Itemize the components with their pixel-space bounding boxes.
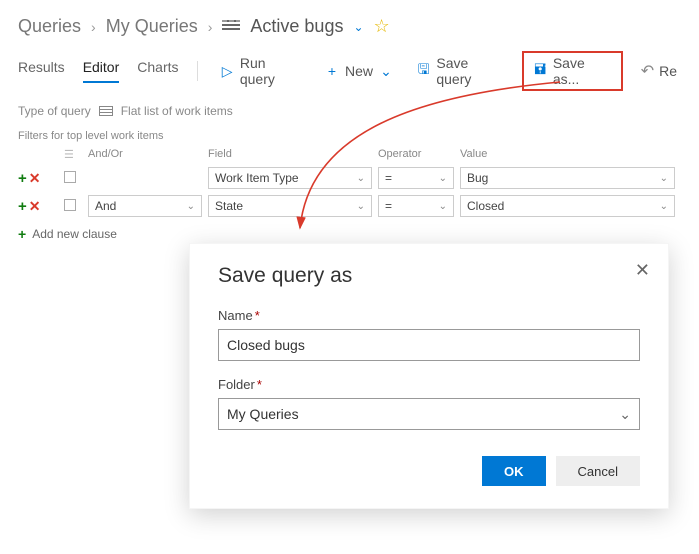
- type-of-query-row: Type of query Flat list of work items: [0, 92, 699, 124]
- name-label: Name*: [218, 308, 640, 323]
- chevron-down-icon: ⌄: [660, 173, 668, 184]
- breadcrumb: Queries › My Queries › Active bugs ⌄ ☆: [0, 0, 699, 45]
- save-query-as-dialog: ✕ Save query as Name* Closed bugs Folder…: [189, 243, 669, 509]
- chevron-right-icon: ›: [91, 19, 96, 35]
- value-select[interactable]: Bug ⌄: [460, 167, 675, 189]
- name-value: Closed bugs: [227, 337, 305, 353]
- operator-select[interactable]: =⌄: [378, 167, 454, 189]
- folder-label: Folder*: [218, 377, 640, 392]
- tab-results[interactable]: Results: [18, 59, 65, 83]
- row-checkbox[interactable]: [64, 171, 76, 183]
- field-select[interactable]: Work Item Type ⌄: [208, 167, 372, 189]
- type-of-query-label: Type of query: [18, 104, 91, 118]
- row-checkbox[interactable]: [64, 199, 76, 211]
- undo-icon: ↶: [641, 61, 654, 81]
- value-value: Closed: [467, 199, 504, 213]
- operator-value: =: [385, 171, 392, 185]
- divider: [197, 61, 198, 81]
- flat-list-icon: [99, 106, 113, 116]
- list-icon: [222, 20, 240, 34]
- plus-icon: +: [324, 63, 340, 79]
- chevron-down-icon: ⌄: [439, 201, 447, 212]
- plus-icon: +: [18, 226, 26, 242]
- remove-row-icon[interactable]: ✕: [29, 170, 41, 187]
- field-value: Work Item Type: [215, 171, 299, 185]
- close-icon[interactable]: ✕: [635, 260, 650, 281]
- checklist-icon: ☰: [64, 149, 74, 161]
- chevron-down-icon: ⌄: [378, 63, 394, 80]
- dialog-title: Save query as: [218, 264, 640, 288]
- folder-value: My Queries: [227, 406, 299, 422]
- col-val: Value: [460, 148, 681, 160]
- value-value: Bug: [467, 171, 488, 185]
- ok-button[interactable]: OK: [482, 456, 546, 486]
- field-select[interactable]: State ⌄: [208, 195, 372, 217]
- folder-select[interactable]: My Queries ⌄: [218, 398, 640, 430]
- page-title: Active bugs: [250, 16, 343, 37]
- operator-select[interactable]: =⌄: [378, 195, 454, 217]
- tab-editor[interactable]: Editor: [83, 59, 120, 83]
- new-label: New: [345, 63, 373, 79]
- save-as-button[interactable]: 🖬 Save as...: [522, 51, 622, 91]
- filter-row: + ✕ Work Item Type⌄ =⌄ Bug⌄: [18, 164, 681, 192]
- col-op: Operator: [378, 148, 460, 160]
- save-as-icon: 🖬: [532, 59, 547, 83]
- value-select[interactable]: Closed ⌄: [460, 195, 675, 217]
- run-query-label: Run query: [240, 55, 302, 87]
- field-value: State: [215, 199, 243, 213]
- chevron-down-icon: ⌄: [187, 201, 195, 212]
- run-query-button[interactable]: ▷ Run query: [215, 53, 305, 89]
- andor-value: And: [95, 199, 116, 213]
- save-as-label: Save as...: [553, 55, 613, 87]
- chevron-down-icon: ⌄: [660, 201, 668, 212]
- save-icon: 🖫: [416, 59, 431, 83]
- new-button[interactable]: + New ⌄: [320, 61, 398, 82]
- save-query-button[interactable]: 🖫 Save query: [412, 53, 508, 89]
- filters-header-row: ☰ And/Or Field Operator Value: [18, 144, 681, 164]
- add-new-clause-label: Add new clause: [32, 227, 117, 241]
- add-row-icon[interactable]: +: [18, 198, 27, 215]
- revert-label: Re: [659, 63, 677, 79]
- chevron-right-icon: ›: [208, 19, 213, 35]
- filters-grid: ☰ And/Or Field Operator Value + ✕ Work I…: [0, 144, 699, 220]
- tabs: Results Editor Charts: [18, 59, 179, 83]
- play-icon: ▷: [219, 63, 234, 80]
- filter-row: + ✕ And⌄ State⌄ =⌄ Closed⌄: [18, 192, 681, 220]
- operator-value: =: [385, 199, 392, 213]
- breadcrumb-root[interactable]: Queries: [18, 16, 81, 37]
- remove-row-icon[interactable]: ✕: [29, 198, 41, 215]
- filters-heading: Filters for top level work items: [0, 124, 699, 144]
- breadcrumb-folder[interactable]: My Queries: [106, 16, 198, 37]
- tab-charts[interactable]: Charts: [137, 59, 178, 83]
- star-icon[interactable]: ☆: [374, 16, 390, 37]
- name-input[interactable]: Closed bugs: [218, 329, 640, 361]
- add-row-icon[interactable]: +: [18, 170, 27, 187]
- chevron-down-icon: ⌄: [357, 173, 365, 184]
- revert-button[interactable]: ↶ Re: [637, 59, 681, 83]
- col-field: Field: [208, 148, 378, 160]
- toolbar: Results Editor Charts ▷ Run query + New …: [0, 45, 699, 92]
- col-andor: And/Or: [88, 148, 208, 160]
- save-query-label: Save query: [436, 55, 504, 87]
- chevron-down-icon: ⌄: [357, 201, 365, 212]
- chevron-down-icon: ⌄: [619, 406, 631, 423]
- chevron-down-icon: ⌄: [439, 173, 447, 184]
- type-of-query-value: Flat list of work items: [121, 104, 233, 118]
- andor-select[interactable]: And ⌄: [88, 195, 202, 217]
- chevron-down-icon[interactable]: ⌄: [353, 20, 363, 34]
- cancel-button[interactable]: Cancel: [556, 456, 640, 486]
